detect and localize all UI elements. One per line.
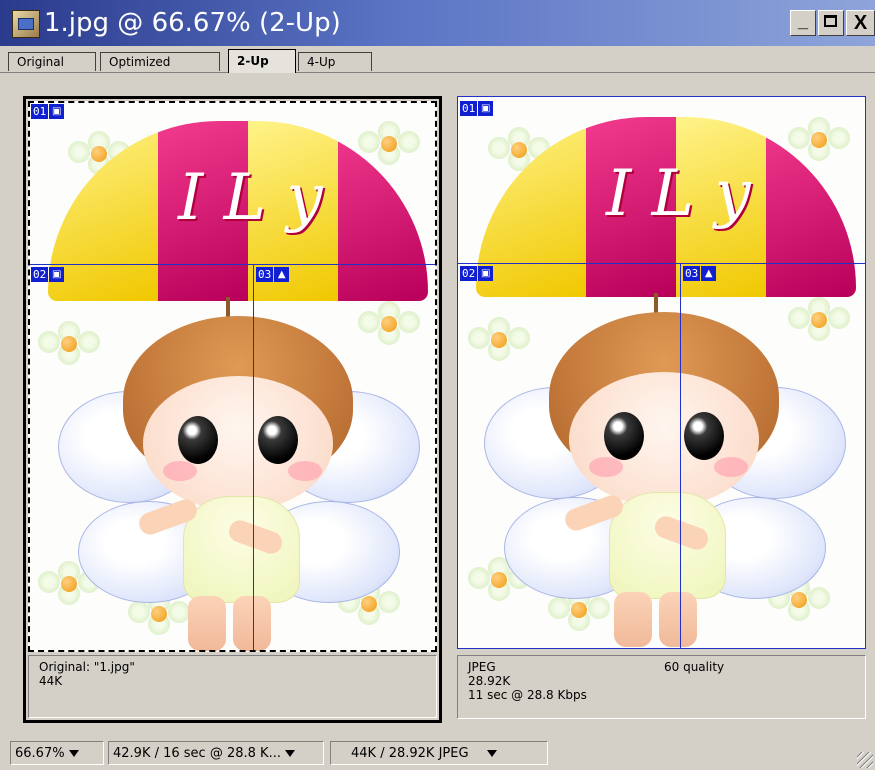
optimized-image-preview[interactable]: I L y 01 ▣ 02 ▣ 03 ▲ bbox=[457, 96, 866, 649]
face-shape bbox=[143, 376, 333, 511]
optimized-quality: 60 quality bbox=[664, 660, 725, 674]
blush-shape bbox=[163, 461, 197, 481]
document-icon[interactable] bbox=[12, 10, 40, 38]
leg-shape bbox=[614, 592, 652, 647]
tab-original[interactable]: Original bbox=[8, 52, 96, 71]
optimized-download-time: 11 sec @ 28.8 Kbps bbox=[468, 688, 587, 702]
leg-shape bbox=[233, 596, 271, 651]
download-speed-dropdown[interactable]: 42.9K / 16 sec @ 28.8 K... bbox=[108, 741, 324, 765]
eye-shape bbox=[684, 412, 724, 460]
zoom-value: 66.67% bbox=[15, 746, 65, 761]
slice-number: 03 bbox=[683, 266, 701, 281]
blush-shape bbox=[714, 457, 748, 477]
optimized-preview-panel[interactable]: I L y 01 ▣ 02 ▣ 03 ▲ JPEG 60 quality 28.… bbox=[457, 96, 868, 721]
size-compare-value: 44K / 28.92K JPEG bbox=[351, 746, 469, 761]
face-shape bbox=[569, 372, 759, 507]
tab-optimized[interactable]: Optimized bbox=[100, 52, 220, 71]
maximize-icon bbox=[824, 15, 837, 27]
slice-badge-03[interactable]: 03 ▲ bbox=[683, 266, 717, 281]
slice-auto-icon: ▣ bbox=[49, 104, 65, 119]
optimized-file-size: 28.92K bbox=[468, 674, 511, 688]
window-title: 1.jpg @ 66.67% (2-Up) bbox=[44, 8, 341, 38]
slice-image-icon: ▲ bbox=[701, 266, 717, 281]
slice-auto-icon: ▣ bbox=[478, 266, 494, 281]
save-for-web-window: 1.jpg @ 66.67% (2-Up) _ X Original Optim… bbox=[0, 0, 875, 770]
slice-guide-horizontal[interactable] bbox=[458, 263, 865, 264]
chevron-down-icon bbox=[486, 750, 497, 757]
slice-number: 02 bbox=[31, 267, 49, 282]
original-file-size: 44K bbox=[39, 674, 63, 688]
slice-auto-icon: ▣ bbox=[478, 101, 494, 116]
eye-shape bbox=[604, 412, 644, 460]
leg-shape bbox=[659, 592, 697, 647]
title-bar[interactable]: 1.jpg @ 66.67% (2-Up) _ X bbox=[0, 0, 875, 46]
size-compare-dropdown[interactable]: 44K / 28.92K JPEG bbox=[330, 741, 548, 765]
resize-grip[interactable] bbox=[857, 752, 873, 768]
maximize-button[interactable] bbox=[818, 10, 844, 36]
slice-number: 03 bbox=[256, 267, 274, 282]
slice-number: 01 bbox=[460, 101, 478, 116]
slice-auto-icon: ▣ bbox=[49, 267, 65, 282]
slice-guide-vertical[interactable] bbox=[680, 263, 681, 648]
zoom-dropdown[interactable]: 66.67% bbox=[10, 741, 104, 765]
slice-badge-02[interactable]: 02 ▣ bbox=[460, 266, 494, 281]
slice-guide-vertical[interactable] bbox=[253, 264, 254, 652]
blush-shape bbox=[288, 461, 322, 481]
tab-2-up[interactable]: 2-Up bbox=[228, 49, 296, 73]
blush-shape bbox=[589, 457, 623, 477]
optimized-format: JPEG bbox=[468, 660, 496, 674]
slice-number: 01 bbox=[31, 104, 49, 119]
status-bar: 66.67% 42.9K / 16 sec @ 28.8 K... 44K / … bbox=[0, 738, 875, 770]
slice-image-icon: ▲ bbox=[274, 267, 290, 282]
slice-badge-01[interactable]: 01 ▣ bbox=[31, 104, 65, 119]
eye-shape bbox=[178, 416, 218, 464]
tab-4-up[interactable]: 4-Up bbox=[298, 52, 372, 71]
slice-guide-horizontal[interactable] bbox=[28, 264, 437, 265]
dress-shape bbox=[183, 496, 300, 603]
view-tabs: Original Optimized 2-Up 4-Up bbox=[0, 46, 875, 73]
eye-shape bbox=[258, 416, 298, 464]
optimized-info-box: JPEG 60 quality 28.92K 11 sec @ 28.8 Kbp… bbox=[457, 655, 866, 719]
download-estimate: 42.9K / 16 sec @ 28.8 K... bbox=[113, 746, 281, 761]
slice-badge-03[interactable]: 03 ▲ bbox=[256, 267, 290, 282]
slice-badge-01[interactable]: 01 ▣ bbox=[460, 101, 494, 116]
slice-badge-02[interactable]: 02 ▣ bbox=[31, 267, 65, 282]
original-info-box: Original: "1.jpg" 44K bbox=[28, 655, 437, 718]
umbrella-illustration: I L y bbox=[476, 117, 856, 297]
original-file-label: Original: "1.jpg" bbox=[39, 660, 135, 674]
chevron-down-icon bbox=[284, 750, 295, 757]
original-preview-panel[interactable]: I L y 01 ▣ 02 ▣ 03 ▲ Original: "1.jpg" 4… bbox=[23, 96, 442, 723]
leg-shape bbox=[188, 596, 226, 651]
minimize-button[interactable]: _ bbox=[790, 10, 816, 36]
slice-number: 02 bbox=[460, 266, 478, 281]
dress-shape bbox=[609, 492, 726, 599]
original-image-preview[interactable]: I L y 01 ▣ 02 ▣ 03 ▲ bbox=[28, 101, 437, 652]
close-button[interactable]: X bbox=[846, 10, 875, 36]
chevron-down-icon bbox=[68, 750, 79, 757]
umbrella-illustration: I L y bbox=[48, 121, 428, 301]
